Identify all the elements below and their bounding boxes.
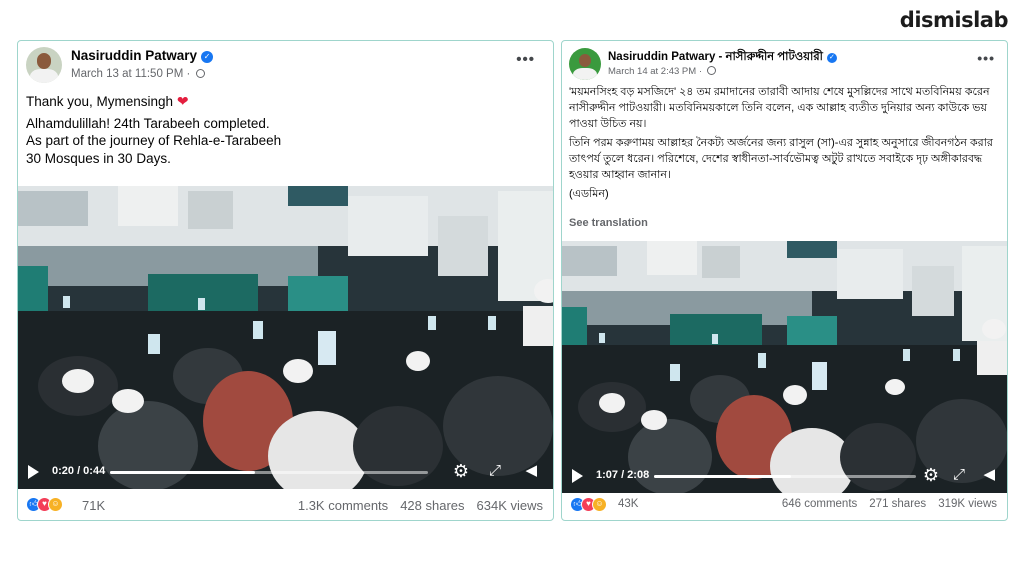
views-count: 319K views [938, 498, 997, 510]
reaction-count[interactable]: 43K [618, 498, 638, 510]
play-icon[interactable] [572, 469, 583, 483]
post-timestamp[interactable]: March 14 at 2:43 PM · [608, 66, 716, 77]
comments-count[interactable]: 1.3K comments [298, 498, 388, 513]
video-time: 0:20 / 0:44 [52, 465, 106, 477]
video-frame-crowd-in-mosque [18, 186, 553, 489]
post-line: As part of the journey of Rehla-e-Tarabe… [26, 133, 282, 148]
video-time: 1:07 / 2:08 [596, 469, 650, 481]
video-progress-fill [654, 475, 792, 478]
shares-count[interactable]: 271 shares [869, 498, 926, 510]
post-footer: 👍︎ ♥ ☺ 43K 646 comments 271 shares 319K vi… [562, 490, 1007, 520]
video-controls: 0:20 / 0:44 ⚙ ⤢ ◀︎ [18, 455, 553, 489]
video-player[interactable]: 1:07 / 2:08 ⚙ ⤢ ◀︎ [562, 241, 1007, 493]
shares-count[interactable]: 428 shares [400, 498, 464, 513]
reaction-count[interactable]: 71K [82, 498, 105, 513]
post-paragraph: তিনি পরম করুণাময় আল্লাহর নৈকট্য অর্জনের… [569, 137, 993, 181]
video-scrubber[interactable] [110, 471, 428, 474]
verified-badge-icon: ✓ [826, 53, 837, 63]
comments-count[interactable]: 646 comments [782, 498, 857, 510]
gear-icon[interactable]: ⚙ [453, 462, 469, 480]
author-name[interactable]: Nasiruddin Patwary ✓ [71, 48, 214, 63]
video-frame-crowd-in-mosque [562, 241, 1007, 493]
expand-icon[interactable]: ⤢ [953, 466, 965, 484]
globe-icon [195, 69, 205, 78]
dismislab-logo: dismislab [899, 8, 1009, 32]
author-name[interactable]: Nasiruddin Patwary - নাসীরুদ্দীন পাটওয়া… [608, 48, 837, 67]
verified-badge-icon: ✓ [201, 51, 214, 63]
post-paragraph: (এডমিন) [569, 188, 609, 200]
post-line: Thank you, Mymensingh [26, 94, 174, 109]
video-player[interactable]: 0:20 / 0:44 ⚙ ⤢ ◀︎ [18, 186, 553, 489]
post-line: Alhamdulillah! 24th Tarabeeh completed. [26, 115, 270, 131]
post-line: 30 Mosques in 30 Days. [26, 150, 171, 166]
see-translation-link[interactable]: See translation [569, 217, 648, 229]
globe-icon [706, 66, 716, 75]
heart-emoji-icon: ❤ [176, 93, 189, 109]
author-avatar[interactable] [26, 47, 62, 83]
post-stats: 1.3K comments 428 shares 634K views [286, 498, 543, 513]
post-timestamp[interactable]: March 13 at 11:50 PM · [71, 68, 205, 80]
more-options-button[interactable]: ••• [977, 50, 995, 66]
gear-icon[interactable]: ⚙ [923, 466, 939, 484]
care-icon: ☺ [48, 497, 63, 512]
facebook-post-english: Nasiruddin Patwary ✓ March 13 at 11:50 PM… [17, 40, 554, 521]
volume-icon[interactable]: ◀︎ [983, 466, 995, 484]
more-options-button[interactable]: ••• [516, 51, 535, 68]
author-avatar[interactable] [569, 48, 601, 80]
video-progress-fill [110, 471, 255, 474]
video-scrubber[interactable] [654, 475, 916, 478]
post-footer: 👍︎ ♥ ☺ 71K 1.3K comments 428 shares 634K v… [18, 490, 553, 520]
post-text: Thank you, Mymensingh ❤ Alhamdulillah! 2… [26, 93, 536, 171]
post-text: 'ময়মনসিংহ বড় মসজিদে' ২৪ তম রমাদানের তা… [569, 84, 999, 205]
post-paragraph: 'ময়মনসিংহ বড় মসজিদে' ২৪ তম রমাদানের তা… [569, 86, 990, 130]
facebook-post-bangla: Nasiruddin Patwary - নাসীরুদ্দীন পাটওয়া… [561, 40, 1008, 521]
care-icon: ☺ [592, 497, 607, 512]
views-count: 634K views [476, 498, 543, 513]
volume-icon[interactable]: ◀︎ [525, 462, 537, 480]
post-stats: 646 comments 271 shares 319K views [770, 498, 997, 510]
play-icon[interactable] [28, 465, 39, 479]
expand-icon[interactable]: ⤢ [489, 462, 501, 480]
video-controls: 1:07 / 2:08 ⚙ ⤢ ◀︎ [562, 459, 1007, 493]
